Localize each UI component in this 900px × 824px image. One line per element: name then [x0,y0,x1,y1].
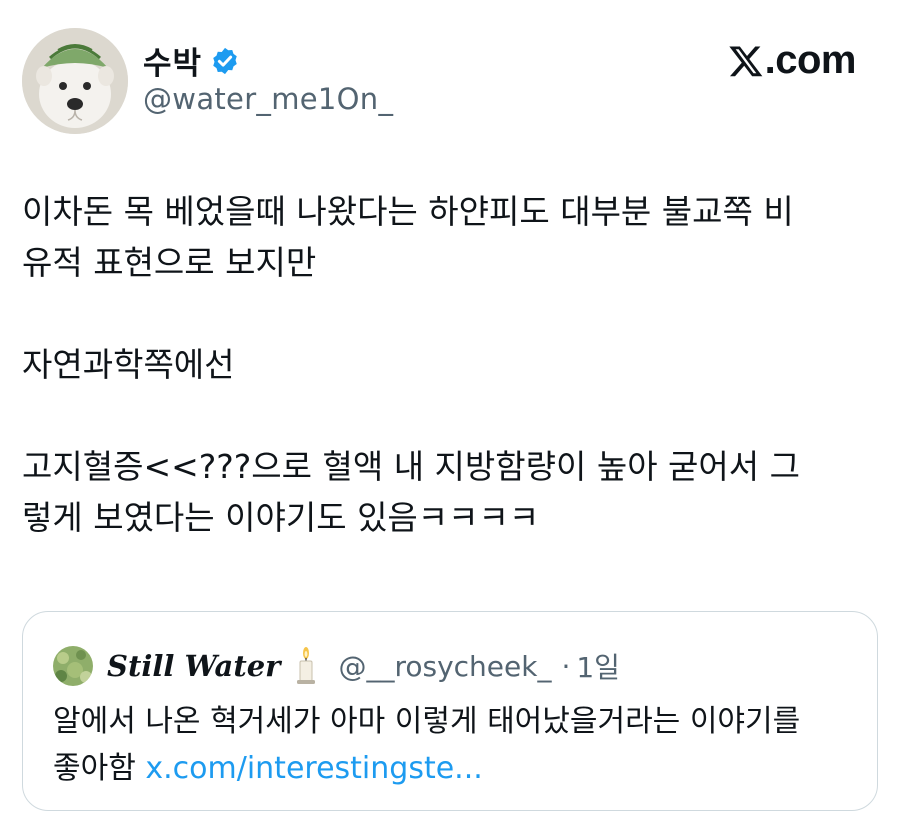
tweet-line: 자연과학쪽에선 [22,345,235,384]
tweet-paragraph: 자연과학쪽에선 [22,339,882,390]
brand-text: .com [764,38,857,82]
x-logo-icon [728,45,762,76]
quote-separator: · [561,649,571,683]
tweet-line: 고지혈증<<???으로 혈액 내 지방함량이 높아 굳어서 그 [22,447,800,486]
quote-timestamp[interactable]: 1일 [576,646,620,686]
tweet-paragraph: 이차돈 목 베었을때 나왔다는 하얀피도 대부분 불교쪽 비 유적 표현으로 보… [22,186,882,288]
quote-display-name[interactable]: Still Water [107,649,280,683]
quote-handle[interactable]: @__rosycheek_ [338,650,551,683]
author-name-row: 수박 [143,38,240,83]
tweet-text: 이차돈 목 베었을때 나왔다는 하얀피도 대부분 불교쪽 비 유적 표현으로 보… [22,186,882,543]
quote-line-2: 좋아함 x.com/interestingste... [53,745,853,792]
tweet-line: 유적 표현으로 보지만 [22,243,317,282]
author-display-name[interactable]: 수박 [143,38,202,83]
tweet-line: 렇게 보였다는 이야기도 있음ㅋㅋㅋㅋ [22,498,540,537]
verified-badge-icon [213,47,237,74]
quote-line: 알에서 나온 혁거세가 아마 이렇게 태어났을거라는 이야기를 [53,704,801,739]
quote-avatar[interactable] [53,646,93,686]
candle-icon [297,647,316,684]
tweet-line: 이차돈 목 베었을때 나왔다는 하얀피도 대부분 불교쪽 비 [22,192,794,231]
author-handle[interactable]: @water_me1On_ [143,82,393,116]
tweet-card: 수박 @water_me1On_ .com 이차돈 목 베었을때 나왔다는 하얀… [0,0,900,824]
quote-header: Still Water @__rosycheek_ · 1일 [53,646,620,686]
quote-line-text: 좋아함 [53,751,136,786]
quoted-tweet[interactable]: Still Water @__rosycheek_ · 1일 알에서 나온 혁거… [22,611,878,811]
quote-text: 알에서 나온 혁거세가 아마 이렇게 태어났을거라는 이야기를 좋아함 x.co… [53,698,853,792]
brand-logo: .com [728,38,857,83]
tweet-paragraph: 고지혈증<<???으로 혈액 내 지방함량이 높아 굳어서 그 렇게 보였다는 … [22,441,882,543]
quote-link[interactable]: x.com/interestingste... [145,751,482,786]
avatar[interactable] [22,28,128,134]
